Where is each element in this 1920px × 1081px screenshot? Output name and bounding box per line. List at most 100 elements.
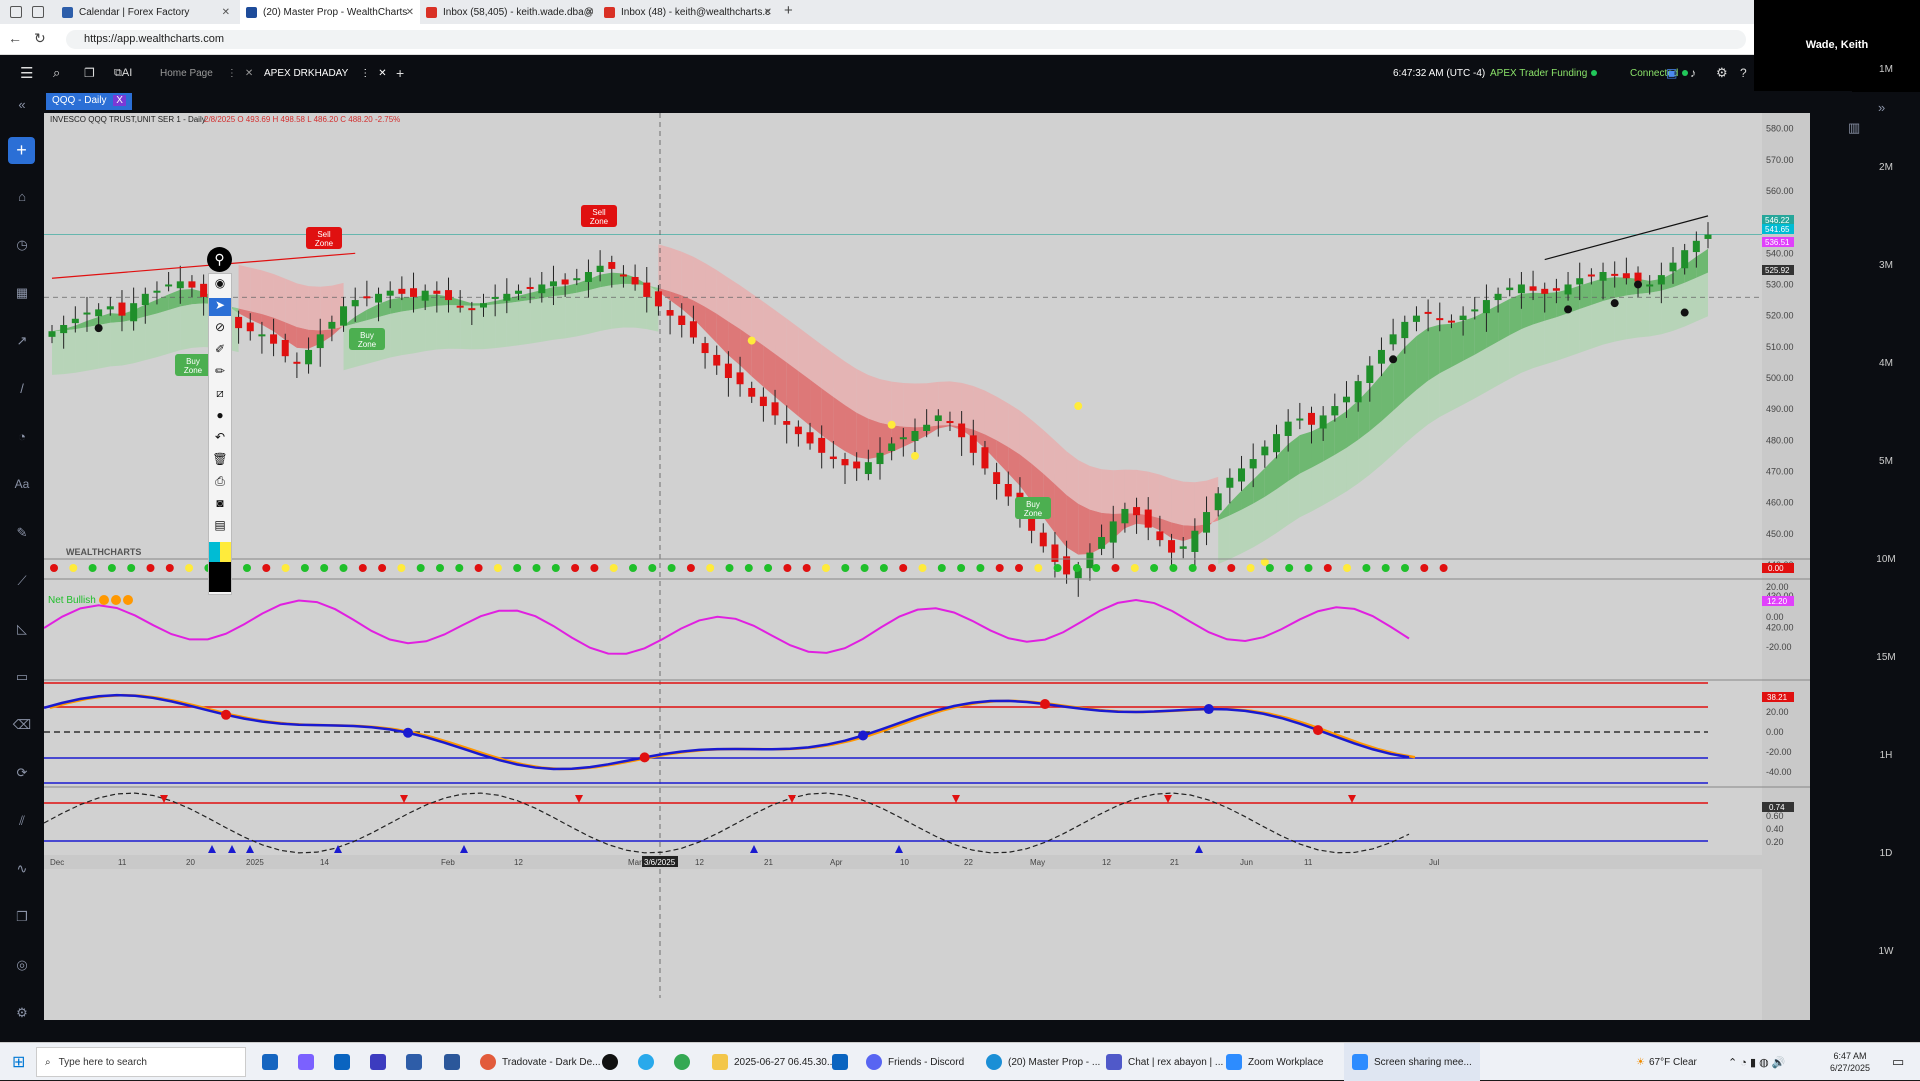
dot-icon[interactable]: ● xyxy=(209,408,231,426)
timeframe-button[interactable]: 1M xyxy=(1852,64,1920,75)
clock[interactable]: 6:47 AM 6/27/2025 xyxy=(1830,1043,1870,1081)
tab-options-icon[interactable]: ⋮ xyxy=(227,68,237,79)
print-icon[interactable]: ⎙ xyxy=(209,474,231,492)
notifications-icon[interactable]: ▭ xyxy=(1892,1043,1904,1081)
ruler-icon[interactable]: ⧄ xyxy=(209,386,231,404)
panel-icon[interactable]: ▥ xyxy=(1848,120,1860,136)
text-icon[interactable]: Aa xyxy=(12,477,32,497)
taskbar-app-icon[interactable] xyxy=(262,1043,284,1081)
target-icon[interactable]: ◎ xyxy=(12,957,32,977)
taskbar-app-icon[interactable] xyxy=(602,1043,624,1081)
eye-icon[interactable]: ◉ xyxy=(209,276,231,294)
taskbar-discord[interactable]: Friends - Discord xyxy=(866,1043,964,1081)
tab-home-page[interactable]: Home Page ⋮ ✕ xyxy=(160,55,253,91)
camera-icon[interactable]: ◙ xyxy=(209,496,231,514)
taskbar-app-icon[interactable] xyxy=(406,1043,428,1081)
calendar-icon[interactable]: ▦ xyxy=(12,285,32,305)
pencil-icon[interactable]: ✏ xyxy=(209,364,231,382)
expand-icon[interactable]: » xyxy=(1878,100,1885,115)
sync-icon[interactable]: ⟳ xyxy=(12,765,32,785)
layouts-icon[interactable]: ❐ xyxy=(84,55,95,91)
tab-apex-drkhaday[interactable]: APEX DRKHADAY ⋮ ✕ xyxy=(264,55,387,91)
taskbar-teams[interactable]: Chat | rex abayon | ... xyxy=(1106,1043,1223,1081)
taskbar-edge[interactable]: (20) Master Prop - ... xyxy=(986,1043,1100,1081)
timeframe-button[interactable]: 4M xyxy=(1852,358,1920,369)
taskbar-zoom[interactable]: Zoom Workplace xyxy=(1226,1043,1323,1081)
taskbar-screenshare[interactable]: Screen sharing mee... xyxy=(1344,1043,1480,1081)
layout-icon[interactable]: ▭ xyxy=(12,669,32,689)
timeframe-button[interactable]: 2M xyxy=(1852,162,1920,173)
timeframe-button[interactable]: 15M xyxy=(1852,652,1920,663)
location-pin-icon[interactable]: ⚲ xyxy=(207,247,232,272)
browser-tab[interactable]: Inbox (58,405) - keith.wade.dba@ ✕ xyxy=(420,0,600,24)
clipboard-icon[interactable]: ▤ xyxy=(209,518,231,536)
ruler-icon[interactable]: ⟋ xyxy=(12,573,32,593)
bell-icon[interactable]: ♪ xyxy=(1690,55,1696,91)
tray-icons[interactable]: ⌃ ◔ ▮ ◍ 🔊 xyxy=(1728,1043,1785,1081)
line-icon[interactable]: / xyxy=(12,381,32,401)
back-icon[interactable]: ← xyxy=(8,30,22,46)
taskbar-tradovate[interactable]: Tradovate - Dark De... xyxy=(480,1043,601,1081)
chart-tab-label[interactable]: QQQ - Daily X xyxy=(46,93,132,110)
browser-tab[interactable]: Inbox (48) - keith@wealthcharts.c ✕ xyxy=(598,0,778,24)
color-swatch-icon[interactable] xyxy=(209,542,231,562)
browser-tab[interactable]: (20) Master Prop - WealthCharts ✕ xyxy=(240,0,420,24)
windows-start-icon[interactable]: ⊞ xyxy=(12,1043,25,1081)
trend-icon[interactable]: ↗ xyxy=(12,333,32,353)
close-icon[interactable]: ✕ xyxy=(245,68,253,79)
timeframe-button[interactable]: 10M xyxy=(1852,554,1920,565)
taskbar-app-icon[interactable] xyxy=(674,1043,696,1081)
taskbar-app-icon[interactable] xyxy=(832,1043,854,1081)
timeframe-button[interactable]: 3M xyxy=(1852,260,1920,271)
close-icon[interactable]: ✕ xyxy=(764,7,772,18)
url-field[interactable]: https://app.wealthcharts.com xyxy=(66,30,1746,49)
close-icon[interactable]: ✕ xyxy=(586,7,594,18)
add-button[interactable]: + xyxy=(8,137,35,164)
taskbar-recording[interactable]: 2025-06-27 06.45.30... xyxy=(712,1043,835,1081)
taskbar-app-icon[interactable] xyxy=(370,1043,392,1081)
trash-icon[interactable]: 🗑 xyxy=(209,452,231,470)
magnet-icon[interactable]: ⊘ xyxy=(209,320,231,338)
weather-widget[interactable]: ☀ 67°F Clear xyxy=(1636,1043,1697,1081)
help-icon[interactable]: ? xyxy=(1740,55,1747,91)
timeframe-button[interactable]: 1D xyxy=(1852,848,1920,859)
refresh-icon[interactable]: ↻ xyxy=(34,30,46,47)
undo-icon[interactable]: ↶ xyxy=(209,430,231,448)
taskbar-search[interactable]: ⌕ Type here to search xyxy=(36,1047,246,1077)
new-tab-button[interactable]: + xyxy=(784,2,793,19)
settings-icon[interactable]: ⚙ xyxy=(12,1005,32,1025)
indicator-icon[interactable]: ⫽ xyxy=(12,813,32,833)
close-icon[interactable]: ✕ xyxy=(222,7,230,18)
taskbar-app-icon[interactable] xyxy=(444,1043,466,1081)
vertical-tabs-icon[interactable] xyxy=(32,6,44,18)
gear-icon[interactable]: ⚙ xyxy=(1716,55,1728,91)
pen-icon[interactable]: ✎ xyxy=(12,525,32,545)
highlighter-icon[interactable]: ✐ xyxy=(209,342,231,360)
clock-icon[interactable]: ◷ xyxy=(12,237,32,257)
search-icon[interactable]: ⌕ xyxy=(53,55,60,91)
timeframe-button[interactable]: 1H xyxy=(1852,750,1920,761)
chart-type-icon[interactable]: ⌂ xyxy=(12,189,32,209)
browser-tab[interactable]: Calendar | Forex Factory ✕ xyxy=(56,0,236,24)
close-icon[interactable]: ✕ xyxy=(378,68,386,79)
taskbar-app-icon[interactable] xyxy=(334,1043,356,1081)
add-tab-icon[interactable]: + xyxy=(396,55,404,91)
tab-actions-icon[interactable] xyxy=(10,6,22,18)
chart-plot[interactable]: 580.00570.00560.00550.00540.00530.00520.… xyxy=(44,113,1810,1020)
menu-icon[interactable]: ☰ xyxy=(20,55,33,91)
collapse-icon[interactable]: « xyxy=(12,97,32,117)
timeframe-button[interactable]: 5M xyxy=(1852,456,1920,467)
timeframe-button[interactable]: 1W xyxy=(1852,946,1920,957)
taskbar-app-icon[interactable] xyxy=(298,1043,320,1081)
measure-icon[interactable]: ◺ xyxy=(12,621,32,641)
save-icon[interactable]: ▣ xyxy=(1666,55,1677,91)
shapes-icon[interactable]: ◔ xyxy=(12,429,32,449)
cursor-icon[interactable]: ➤ xyxy=(209,298,231,316)
strategy-icon[interactable]: ∿ xyxy=(12,861,32,881)
eraser-icon[interactable]: ⌫ xyxy=(12,717,32,737)
taskbar-app-icon[interactable] xyxy=(638,1043,660,1081)
tab-options-icon[interactable]: ⋮ xyxy=(360,68,370,79)
color-swatch-black[interactable] xyxy=(209,562,231,592)
close-icon[interactable]: ✕ xyxy=(406,7,414,18)
copy-icon[interactable]: ❐ xyxy=(12,909,32,929)
